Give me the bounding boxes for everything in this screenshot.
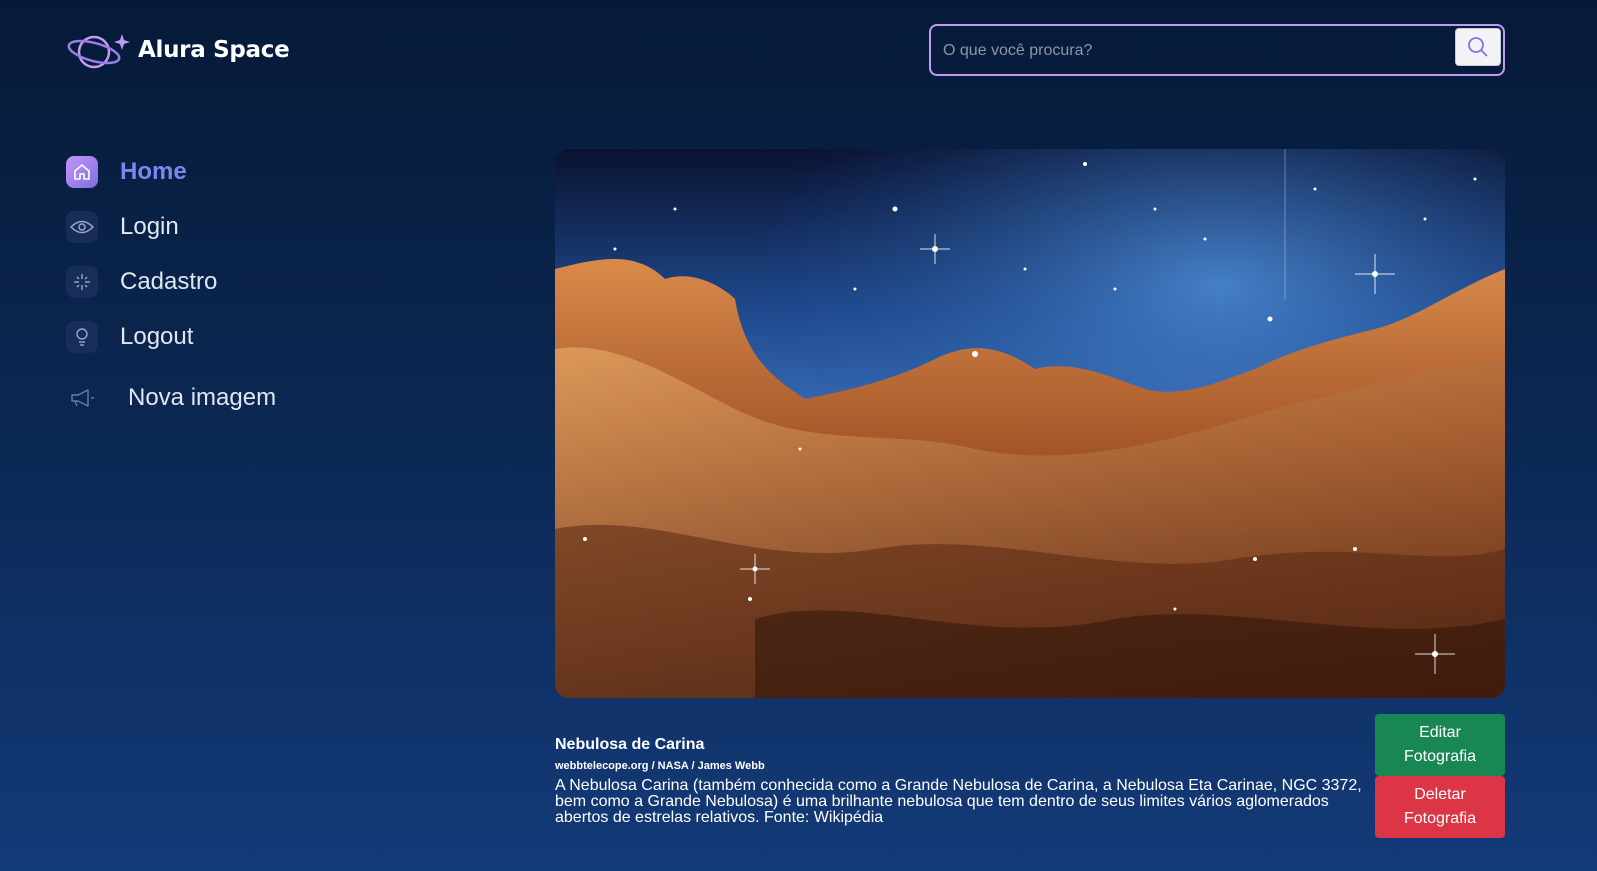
sidebar-item-label: Cadastro: [120, 267, 218, 295]
planet-logo-icon: [67, 34, 130, 69]
photo-description: A Nebulosa Carina (também conhecida como…: [555, 777, 1362, 826]
sparkle-icon: [66, 265, 98, 298]
sidebar-item-home[interactable]: Home: [66, 144, 276, 199]
brand-logo[interactable]: Alura Space: [66, 28, 290, 72]
bulb-icon: [66, 320, 98, 353]
search-button[interactable]: [1455, 28, 1501, 66]
featured-photo[interactable]: [555, 149, 1505, 698]
edit-photo-button[interactable]: Editar Fotografia: [1375, 714, 1505, 776]
photo-title: Nebulosa de Carina: [555, 736, 705, 753]
photo-caption: Nebulosa de Carina webbtelecope.org / NA…: [555, 736, 1365, 826]
brand-name: Alura Space: [138, 37, 290, 63]
sidebar-item-label: Home: [120, 157, 187, 185]
sidebar-nav: Home Login Cadastro Logout Nova imagem: [66, 144, 276, 425]
sidebar-item-label: Nova imagem: [128, 383, 277, 411]
sidebar-item-logout[interactable]: Logout: [66, 309, 276, 364]
sidebar-item-label: Login: [120, 212, 179, 240]
eye-icon: [66, 210, 98, 243]
sidebar-item-label: Logout: [120, 322, 194, 350]
photo-source: webbtelecope.org / NASA / James Webb: [555, 760, 765, 772]
search-input[interactable]: [941, 26, 1445, 76]
sidebar-item-nova-imagem[interactable]: Nova imagem: [66, 370, 276, 425]
sidebar-item-login[interactable]: Login: [66, 199, 276, 254]
delete-photo-button[interactable]: Deletar Fotografia: [1375, 776, 1505, 838]
nebula-image: [555, 149, 1505, 698]
search-bar: [929, 24, 1505, 76]
search-icon: [1468, 37, 1488, 57]
megaphone-icon: [66, 382, 98, 414]
home-icon: [66, 155, 98, 188]
sidebar-item-cadastro[interactable]: Cadastro: [66, 254, 276, 309]
